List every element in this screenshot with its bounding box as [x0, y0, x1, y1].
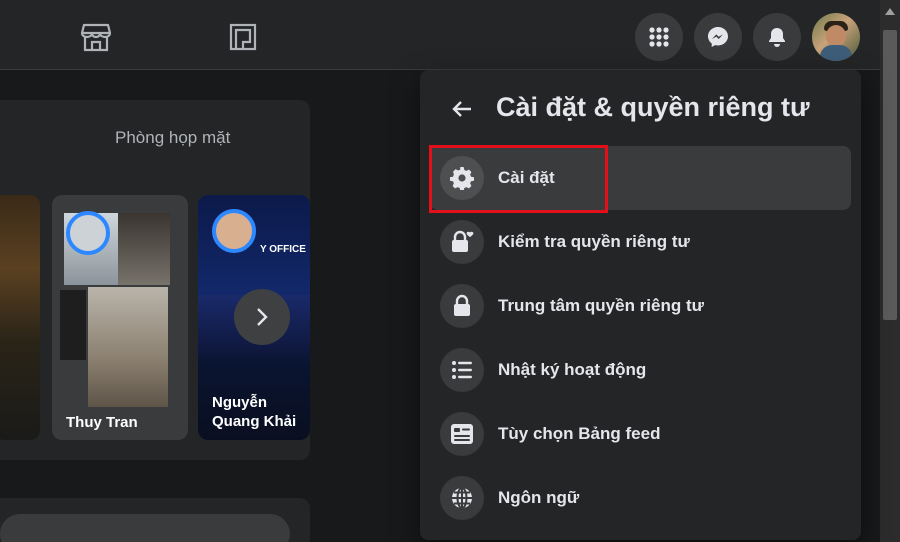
story-photo: [60, 290, 86, 360]
story-avatar: [212, 209, 256, 253]
menu-grid-button[interactable]: [635, 13, 683, 61]
create-post-input[interactable]: [0, 514, 290, 542]
gaming-icon[interactable]: [226, 20, 260, 54]
menu-item-privacy-checkup[interactable]: Kiểm tra quyền riêng tư: [430, 210, 851, 274]
menu-item-label: Tùy chọn Bảng feed: [498, 424, 661, 443]
messenger-button[interactable]: [694, 13, 742, 61]
menu-item-activity-log[interactable]: Nhật ký hoạt động: [430, 338, 851, 402]
profile-avatar[interactable]: [812, 13, 860, 61]
gear-icon: [440, 156, 484, 200]
arrow-left-icon: [452, 101, 471, 117]
story-card[interactable]: [0, 195, 40, 440]
story-photo: [118, 213, 170, 285]
panel-title: Cài đặt & quyền riêng tư: [496, 92, 810, 122]
notifications-icon: [769, 28, 785, 47]
page-scrollbar[interactable]: [880, 0, 900, 542]
globe-icon: [440, 476, 484, 520]
story-overlay-text: Y OFFICE: [260, 244, 306, 255]
back-button[interactable]: [444, 91, 480, 127]
scroll-up-arrow-icon[interactable]: [885, 8, 895, 15]
lock-icon: [440, 284, 484, 328]
story-card[interactable]: Thuy Tran: [52, 195, 188, 440]
messenger-icon: [708, 27, 728, 47]
menu-item-feed-preferences[interactable]: Tùy chọn Bảng feed: [430, 402, 851, 466]
feed-preferences-icon: [440, 412, 484, 456]
list-icon: [440, 348, 484, 392]
notifications-button[interactable]: [753, 13, 801, 61]
marketplace-icon[interactable]: [79, 20, 113, 54]
tab-rooms[interactable]: Phòng họp mặt: [115, 128, 230, 148]
menu-item-label: Nhật ký hoạt động: [498, 360, 647, 379]
menu-item-language[interactable]: Ngôn ngữ: [430, 466, 851, 530]
menu-item-label: Cài đặt: [498, 168, 555, 187]
menu-item-privacy-center[interactable]: Trung tâm quyền riêng tư: [430, 274, 851, 338]
menu-item-label: Ngôn ngữ: [498, 488, 580, 507]
menu-grid-icon: [649, 27, 669, 47]
menu-item-label: Trung tâm quyền riêng tư: [498, 296, 704, 315]
story-author-name: Nguyễn Quang Khải: [212, 394, 297, 430]
scrollbar-thumb[interactable]: [883, 30, 897, 320]
stories-next-button[interactable]: [234, 289, 290, 345]
menu-item-label: Kiểm tra quyền riêng tư: [498, 232, 690, 251]
story-photo: [88, 287, 168, 407]
story-author-name: Thuy Tran: [66, 414, 138, 431]
lock-heart-icon: [440, 220, 484, 264]
top-navigation-bar: [0, 0, 880, 70]
chevron-right-icon: [257, 308, 268, 326]
story-avatar: [66, 211, 110, 255]
menu-item-settings[interactable]: Cài đặt: [430, 146, 851, 210]
